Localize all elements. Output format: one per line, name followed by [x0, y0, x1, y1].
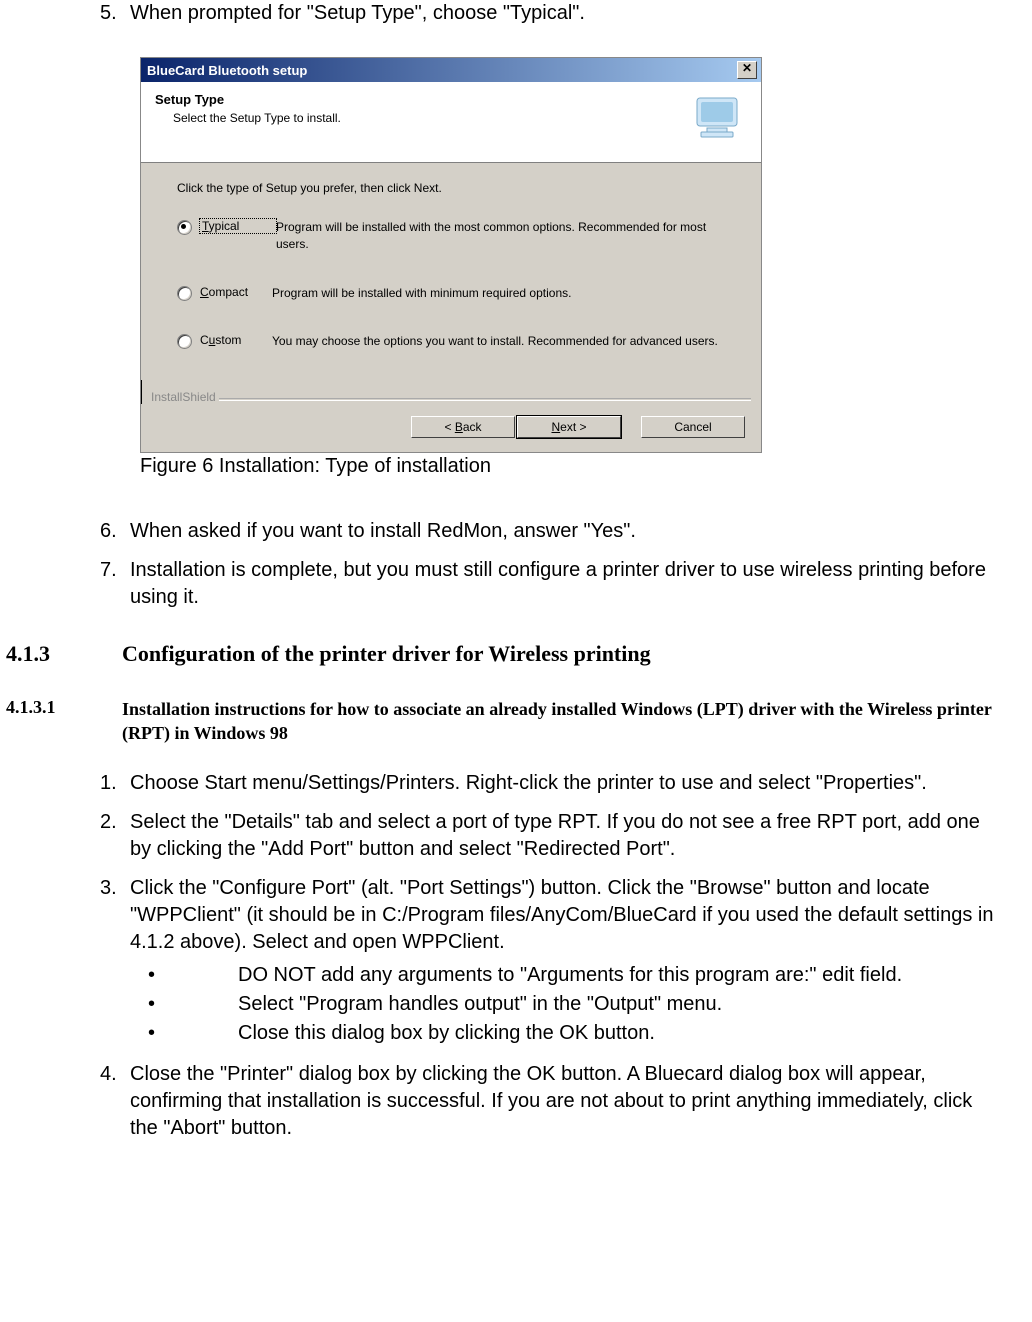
s2-step-1-text: Choose Start menu/Settings/Printers. Rig…: [130, 770, 1012, 797]
s2-step-3-b1: •DO NOT add any arguments to "Arguments …: [130, 962, 996, 989]
step-6-num: 6.: [100, 518, 130, 545]
next-button[interactable]: Next >: [517, 416, 621, 438]
option-typical-label: Typical: [200, 219, 276, 233]
s2-step-3-num: 3.: [100, 875, 130, 1049]
s2-step-2-text: Select the "Details" tab and select a po…: [130, 809, 1012, 863]
step-6: 6. When asked if you want to install Red…: [100, 518, 1012, 545]
option-custom[interactable]: Custom You may choose the options you wa…: [177, 333, 735, 350]
s2-step-1: 1. Choose Start menu/Settings/Printers. …: [100, 770, 1012, 797]
installer-figure: BlueCard Bluetooth setup ✕ Setup Type Se…: [140, 57, 1012, 453]
back-button[interactable]: < Back: [411, 416, 515, 438]
computer-icon: [691, 92, 747, 142]
radio-custom[interactable]: [177, 334, 192, 349]
option-compact-label: Compact: [200, 285, 272, 299]
step-5-text: When prompted for "Setup Type", choose "…: [130, 0, 1012, 27]
header-panel: Setup Type Select the Setup Type to inst…: [141, 82, 761, 163]
s2-step-1-num: 1.: [100, 770, 130, 797]
installshield-label: InstallShield: [141, 390, 761, 404]
installer-window: BlueCard Bluetooth setup ✕ Setup Type Se…: [140, 57, 762, 453]
titlebar-title: BlueCard Bluetooth setup: [145, 63, 307, 78]
heading-4-1-3-1-text: Installation instructions for how to ass…: [122, 697, 1012, 746]
option-custom-label: Custom: [200, 333, 272, 347]
s2-step-2: 2. Select the "Details" tab and select a…: [100, 809, 1012, 863]
header-sub: Select the Setup Type to install.: [155, 111, 341, 125]
heading-4-1-3-text: Configuration of the printer driver for …: [122, 641, 651, 667]
option-typical-desc: Program will be installed with the most …: [276, 219, 735, 253]
option-compact-desc: Program will be installed with minimum r…: [272, 285, 735, 302]
step-6-text: When asked if you want to install RedMon…: [130, 518, 1012, 545]
button-row: < BackNext > Cancel: [141, 404, 761, 452]
s2-step-2-num: 2.: [100, 809, 130, 863]
option-typical[interactable]: Typical Program will be installed with t…: [177, 219, 735, 253]
option-custom-desc: You may choose the options you want to i…: [272, 333, 735, 350]
close-icon[interactable]: ✕: [737, 61, 757, 79]
heading-4-1-3-1: 4.1.3.1 Installation instructions for ho…: [0, 697, 1012, 746]
s2-step-3-b3: •Close this dialog box by clicking the O…: [130, 1020, 996, 1047]
heading-4-1-3-1-num: 4.1.3.1: [0, 697, 122, 746]
figure-caption: Figure 6 Installation: Type of installat…: [140, 455, 1012, 478]
body-intro: Click the type of Setup you prefer, then…: [177, 181, 735, 195]
header-title: Setup Type: [155, 92, 341, 107]
titlebar: BlueCard Bluetooth setup ✕: [141, 58, 761, 82]
radio-compact[interactable]: [177, 286, 192, 301]
heading-4-1-3: 4.1.3 Configuration of the printer drive…: [0, 641, 1012, 667]
step-5-num: 5.: [100, 0, 130, 27]
s2-step-3: 3. Click the "Configure Port" (alt. "Por…: [100, 875, 1012, 1049]
step-5: 5. When prompted for "Setup Type", choos…: [100, 0, 1012, 27]
s2-step-4-num: 4.: [100, 1061, 130, 1142]
s2-step-4-text: Close the "Printer" dialog box by clicki…: [130, 1061, 1012, 1142]
s2-step-4: 4. Close the "Printer" dialog box by cli…: [100, 1061, 1012, 1142]
body-panel: Click the type of Setup you prefer, then…: [141, 163, 761, 380]
s2-step-3-text: Click the "Configure Port" (alt. "Port S…: [130, 875, 1012, 1049]
heading-4-1-3-num: 4.1.3: [0, 641, 122, 667]
step-7: 7. Installation is complete, but you mus…: [100, 557, 1012, 611]
radio-typical[interactable]: [177, 220, 192, 235]
s2-step-3-b2: •Select "Program handles output" in the …: [130, 991, 996, 1018]
step-7-text: Installation is complete, but you must s…: [130, 557, 1012, 611]
option-compact[interactable]: Compact Program will be installed with m…: [177, 285, 735, 302]
cancel-button[interactable]: Cancel: [641, 416, 745, 438]
step-7-num: 7.: [100, 557, 130, 611]
